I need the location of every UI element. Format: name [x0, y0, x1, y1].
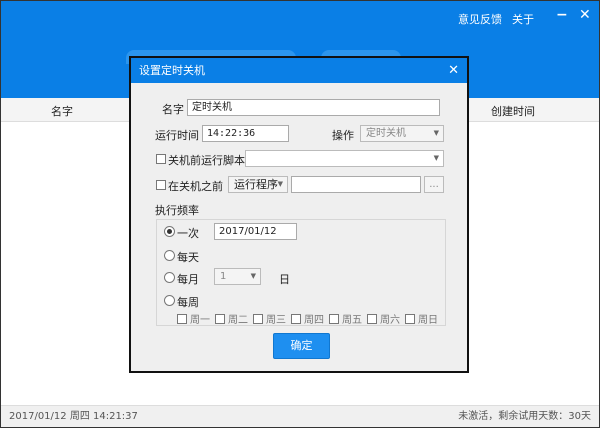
month-day-select[interactable]: 1 ▼ — [214, 268, 261, 285]
name-label: 名字 — [162, 103, 184, 116]
about-link[interactable]: 关于 — [512, 11, 534, 27]
script-checkbox[interactable] — [156, 154, 166, 164]
action-value: 定时关机 — [366, 128, 406, 139]
before-label: 在关机之前 — [168, 180, 223, 193]
frequency-label: 执行频率 — [155, 204, 199, 217]
weekday-label: 周日 — [418, 315, 438, 326]
daily-label: 每天 — [177, 251, 199, 264]
column-created[interactable]: 创建时间 — [491, 103, 535, 119]
weekday-label: 周五 — [342, 315, 362, 326]
script-select[interactable]: ▼ — [245, 150, 444, 167]
weekday-option[interactable]: 周日 — [405, 311, 438, 326]
weekday-label: 周六 — [380, 315, 400, 326]
monthly-label: 每月 — [177, 273, 199, 286]
day-unit-label: 日 — [279, 273, 290, 286]
weekday-option[interactable]: 周六 — [367, 311, 400, 326]
weekday-option[interactable]: 周四 — [291, 311, 324, 326]
feedback-link[interactable]: 意见反馈 — [458, 11, 502, 27]
once-radio[interactable] — [164, 226, 175, 237]
once-label: 一次 — [177, 227, 199, 240]
weekday-option[interactable]: 周二 — [215, 311, 248, 326]
weekday-checkbox[interactable] — [291, 313, 301, 324]
weekday-checkbox[interactable] — [177, 313, 187, 324]
once-date-input[interactable]: 2017/01/12 — [214, 223, 297, 240]
weekly-radio[interactable] — [164, 295, 175, 306]
dialog-close-icon[interactable]: ✕ — [448, 58, 459, 83]
chevron-down-icon: ▼ — [277, 180, 283, 188]
action-select[interactable]: 定时关机 ▼ — [360, 125, 444, 142]
weekday-checkbox[interactable] — [253, 313, 263, 324]
schedule-dialog: 设置定时关机 ✕ 名字 定时关机 运行时间 14:22:36 操作 定时关机 ▼ … — [129, 56, 469, 373]
weekday-label: 周一 — [190, 315, 210, 326]
monthly-radio[interactable] — [164, 272, 175, 283]
weekday-label: 周三 — [266, 315, 286, 326]
weekday-checkbox[interactable] — [367, 313, 377, 324]
month-day-value: 1 — [220, 271, 227, 282]
trial-status: 未激活，剩余试用天数：30天 — [458, 411, 591, 422]
status-bar: 2017/01/12 周四 14:21:37 未激活，剩余试用天数：30天 — [1, 405, 599, 427]
script-label: 关机前运行脚本 — [168, 154, 245, 167]
weekly-label: 每周 — [177, 296, 199, 309]
name-input[interactable]: 定时关机 — [187, 99, 440, 116]
column-name[interactable]: 名字 — [51, 103, 73, 119]
before-checkbox[interactable] — [156, 180, 166, 190]
chevron-down-icon: ▼ — [433, 154, 439, 162]
close-icon[interactable]: ✕ — [579, 7, 591, 23]
action-label: 操作 — [332, 129, 354, 142]
weekday-checkbox[interactable] — [405, 313, 415, 324]
run-program-label: 运行程序 — [234, 178, 278, 191]
weekday-label: 周二 — [228, 315, 248, 326]
weekday-label: 周四 — [304, 315, 324, 326]
browse-button[interactable]: ... — [424, 176, 444, 193]
chevron-down-icon: ▼ — [250, 272, 256, 280]
dialog-title: 设置定时关机 — [139, 64, 205, 77]
weekday-list: 周一 周二 周三 周四 周五 周六 周日 — [177, 311, 438, 326]
program-path-input[interactable] — [291, 176, 421, 193]
chevron-down-icon: ▼ — [433, 129, 439, 137]
ok-button[interactable]: 确定 — [273, 333, 330, 359]
frequency-group: 一次 2017/01/12 每天 每月 1 ▼ 日 每周 周一 周二 周三 周四 … — [156, 219, 446, 326]
dialog-title-bar: 设置定时关机 ✕ — [131, 58, 467, 83]
weekday-checkbox[interactable] — [215, 313, 225, 324]
status-datetime: 2017/01/12 周四 14:21:37 — [9, 411, 138, 422]
time-input[interactable]: 14:22:36 — [202, 125, 289, 142]
time-label: 运行时间 — [155, 129, 199, 142]
run-program-button[interactable]: 运行程序 ▼ — [228, 176, 288, 193]
weekday-option[interactable]: 周一 — [177, 311, 210, 326]
daily-radio[interactable] — [164, 250, 175, 261]
weekday-option[interactable]: 周三 — [253, 311, 286, 326]
minimize-icon[interactable]: − — [556, 7, 568, 23]
weekday-option[interactable]: 周五 — [329, 311, 362, 326]
weekday-checkbox[interactable] — [329, 313, 339, 324]
